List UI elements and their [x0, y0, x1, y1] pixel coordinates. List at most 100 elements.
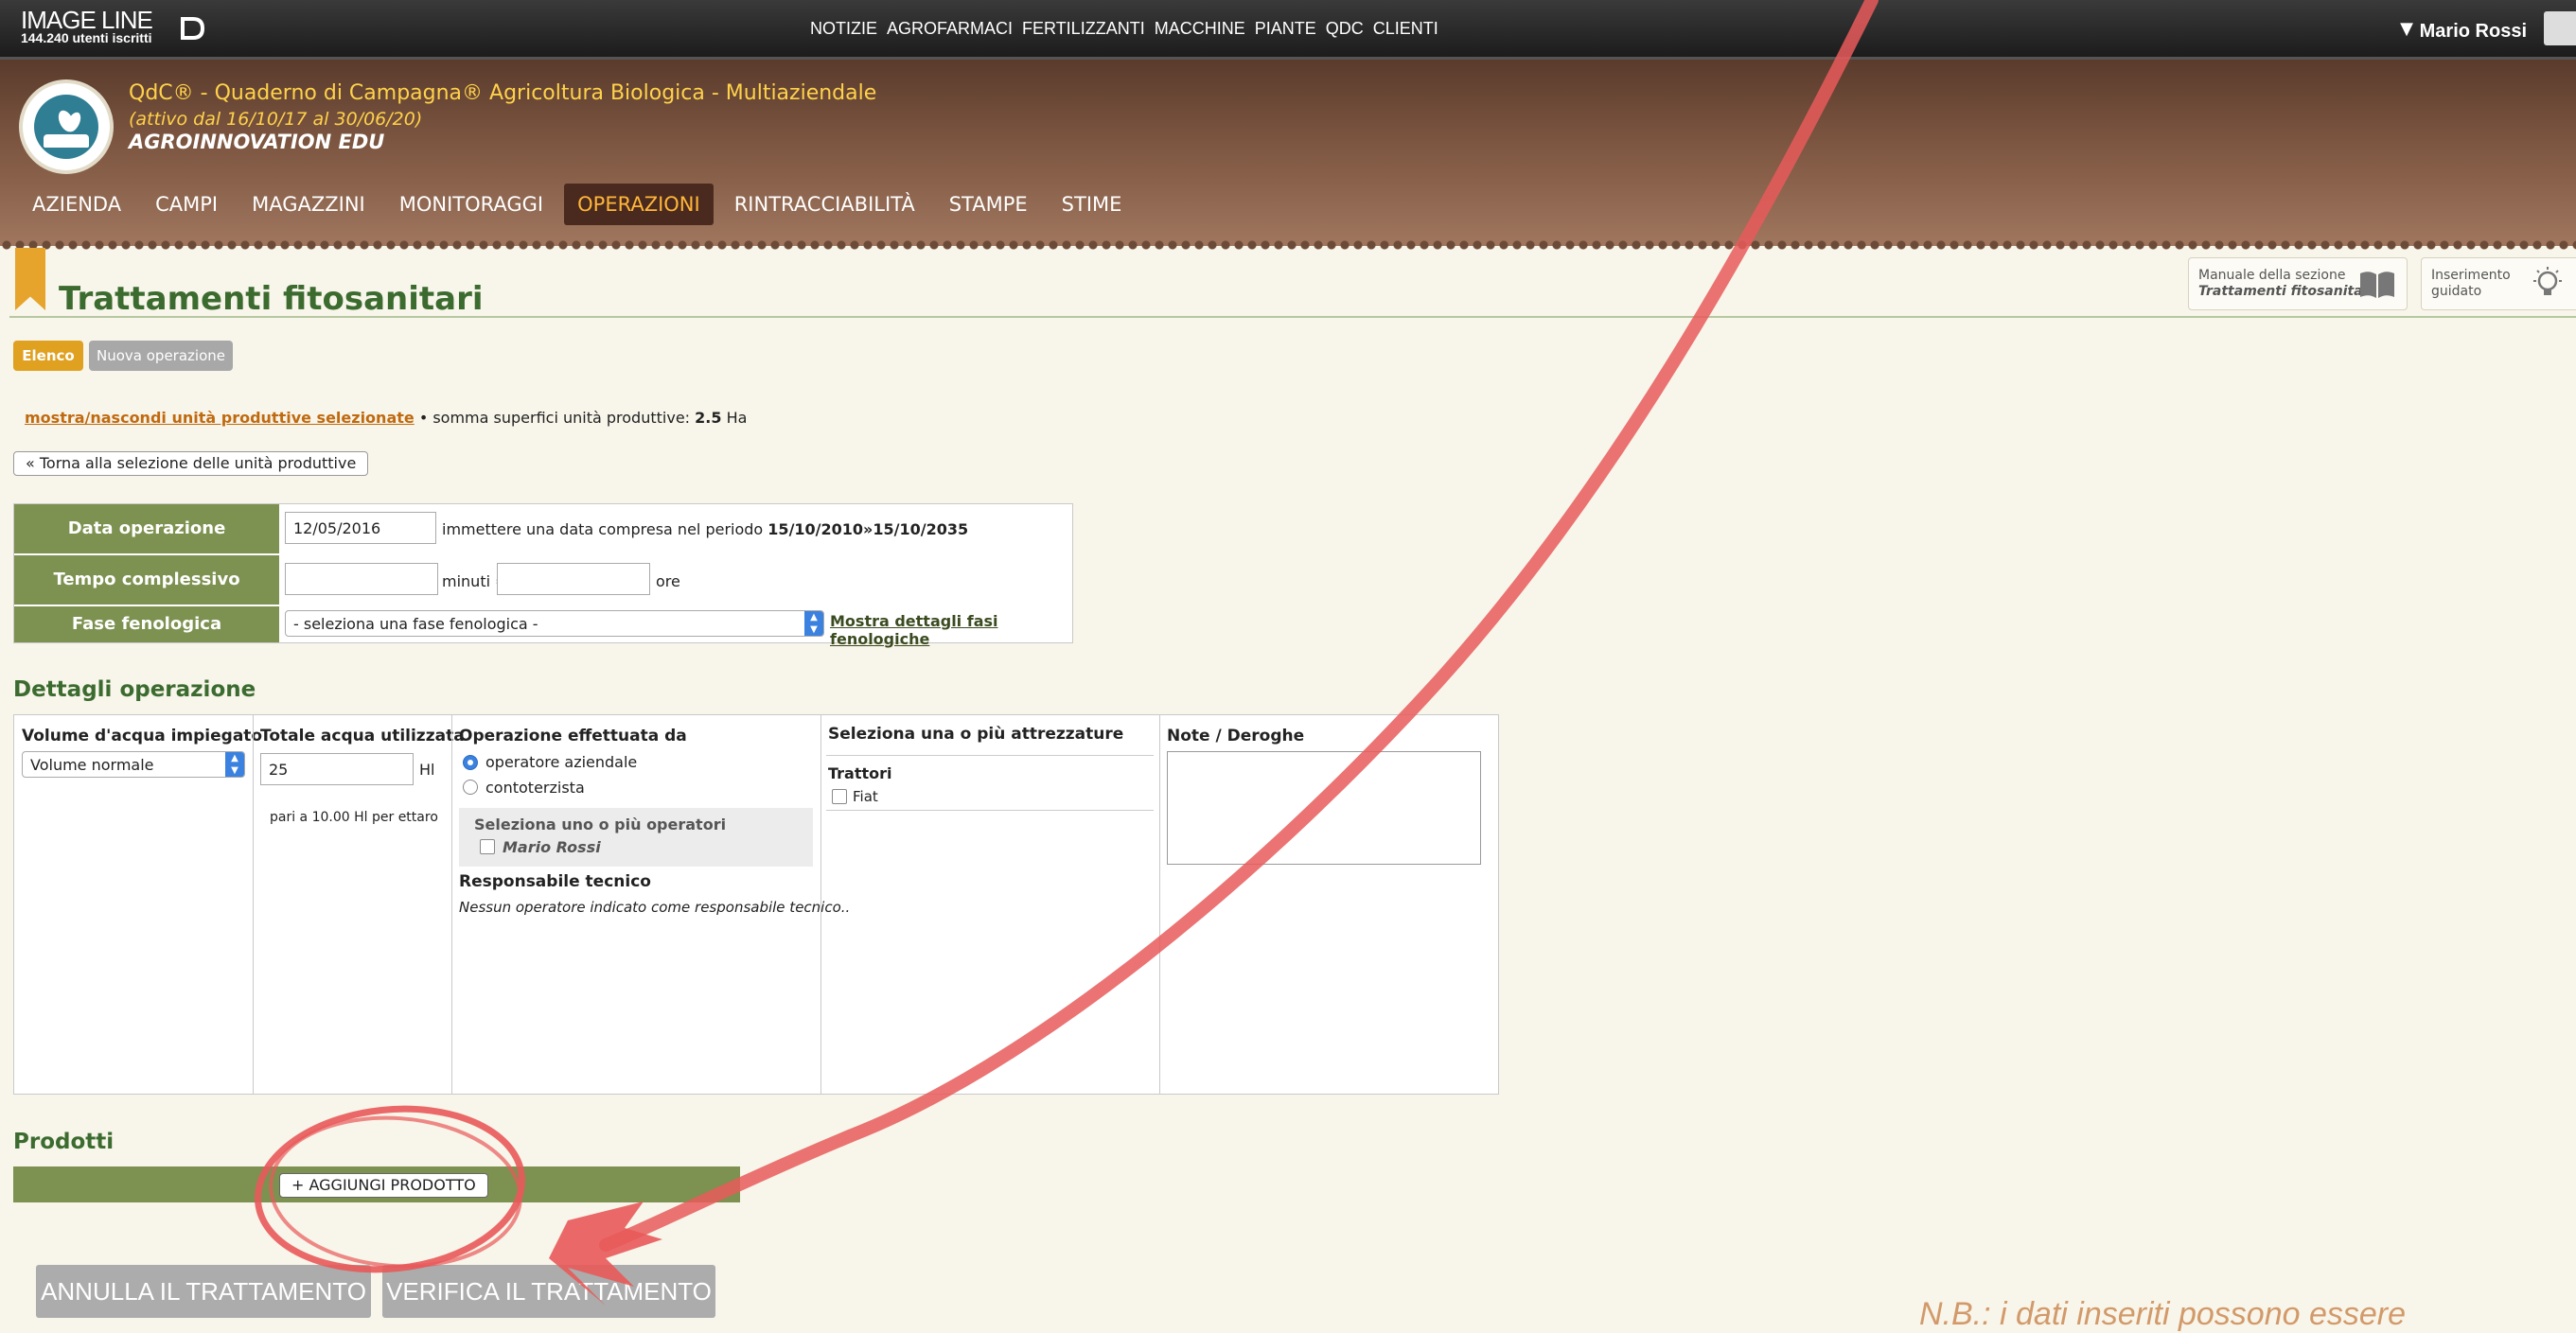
units-sum-value: 2.5 [695, 409, 722, 427]
column-divider [820, 715, 821, 1094]
nav-rintracciabilita[interactable]: RINTRACCIABILITÀ [721, 184, 928, 225]
verify-treatment-button[interactable]: VERIFICA IL TRATTAMENTO [382, 1265, 715, 1318]
total-water-unit: Hl [419, 761, 435, 779]
notes-heading: Note / Deroghe [1167, 727, 1305, 745]
phenological-phase-value: - seleziona una fase fenologica - [293, 615, 538, 633]
notes-textarea[interactable] [1167, 751, 1481, 865]
operation-by-heading: Operazione effettuata da [459, 727, 687, 745]
equipment-divider [826, 755, 1154, 756]
nav-campi[interactable]: CAMPI [142, 184, 231, 225]
technical-manager-heading: Responsabile tecnico [459, 872, 651, 891]
top-nav-agrofarmaci[interactable]: AGROFARMACI [887, 19, 1013, 39]
details-title: Dettagli operazione [13, 677, 256, 702]
title-divider [9, 316, 2576, 318]
fase-fenologica-label: Fase fenologica [14, 606, 279, 642]
phenological-details-link[interactable]: Mostra dettagli fasi fenologiche [830, 612, 1072, 648]
manual-label-1: Manuale della sezione [2198, 268, 2346, 283]
units-sum-unit: Ha [721, 409, 748, 427]
add-product-button[interactable]: + AGGIUNGI PRODOTTO [279, 1173, 488, 1198]
main-nav: AZIENDA CAMPI MAGAZZINI MONITORAGGI OPER… [19, 184, 1142, 225]
image-line-logo[interactable]: IMAGE LINE 144.240 utenti iscritti [21, 8, 153, 45]
lightbulb-icon [2533, 267, 2562, 295]
select-arrows-icon: ▲ ▼ [225, 752, 244, 777]
column-divider [1159, 715, 1160, 1094]
guided-input-button[interactable]: Inserimento guidato [2421, 257, 2576, 310]
toggle-units-link[interactable]: mostra/nascondi unità produttive selezio… [25, 409, 415, 427]
nav-stime[interactable]: STIME [1049, 184, 1136, 225]
top-nav-fertilizzanti[interactable]: FERTILIZZANTI [1022, 19, 1145, 39]
qdc-logo[interactable] [19, 79, 114, 174]
company-name: AGROINNOVATION EDU [129, 131, 385, 153]
details-table: Volume d'acqua impiegato Volume normale … [13, 714, 1499, 1095]
bookmark-icon [15, 248, 45, 310]
column-divider [451, 715, 452, 1094]
nav-stampe[interactable]: STAMPE [936, 184, 1041, 225]
hours-label: ore [656, 572, 680, 590]
manual-label-2: Trattamenti fitosanitari [2198, 284, 2374, 299]
total-water-heading: Totale acqua utilizzata [260, 727, 465, 745]
top-nav-notizie[interactable]: NOTIZIE [810, 19, 877, 39]
nav-magazzini[interactable]: MAGAZZINI [238, 184, 379, 225]
date-input[interactable]: 12/05/2016 [285, 512, 436, 544]
date-hint-text: immettere una data compresa nel periodo [442, 520, 768, 538]
total-water-input[interactable]: 25 [260, 753, 414, 785]
units-sum-label: • somma superfici unità produttive: [414, 409, 696, 427]
radio-operatore-aziendale[interactable] [463, 755, 478, 770]
cancel-treatment-button[interactable]: ANNULLA IL TRATTAMENTO [36, 1265, 371, 1318]
equipment-heading: Seleziona una o più attrezzature [828, 725, 1124, 744]
page-title: Trattamenti fitosanitari [59, 280, 484, 318]
hours-input[interactable] [497, 563, 650, 595]
guided-label-1: Inserimento [2431, 268, 2511, 283]
book-icon [2360, 272, 2394, 298]
data-operazione-label: Data operazione [14, 504, 279, 555]
top-nav-macchine[interactable]: MACCHINE [1155, 19, 1245, 39]
operator-label: Mario Rossi [503, 838, 601, 856]
top-nav-clienti[interactable]: CLIENTI [1373, 19, 1438, 39]
operators-heading: Seleziona uno o più operatori [474, 816, 727, 833]
app-period: (attivo dal 16/10/17 al 30/06/20) [129, 109, 423, 130]
new-operation-button[interactable]: Nuova operazione [89, 341, 233, 371]
tractor-checkbox[interactable] [832, 789, 847, 804]
water-volume-heading: Volume d'acqua impiegato [22, 727, 263, 745]
date-hint: immettere una data compresa nel periodo … [442, 520, 968, 538]
water-per-hectare: pari a 10.00 Hl per ettaro [270, 810, 438, 825]
technical-manager-text: Nessun operatore indicato come responsab… [459, 899, 851, 916]
operation-form: Data operazione Tempo complessivo impieg… [13, 503, 1073, 648]
minutes-input[interactable] [285, 563, 438, 595]
nav-operazioni[interactable]: OPERAZIONI [564, 184, 714, 225]
home-icon[interactable] [178, 15, 206, 42]
qdc-logo-icon [34, 95, 98, 159]
tractors-heading: Trattori [828, 764, 892, 782]
avatar[interactable] [2544, 11, 2576, 45]
tempo-label: Tempo complessivo impiegato [14, 555, 279, 639]
top-nav-piante[interactable]: PIANTE [1255, 19, 1316, 39]
date-range: 15/10/2010»15/10/2035 [768, 520, 969, 538]
top-nav: NOTIZIE AGROFARMACI FERTILIZZANTI MACCHI… [810, 19, 1438, 39]
operator-checkbox[interactable] [480, 839, 495, 854]
section-manual-button[interactable]: Manuale della sezione Trattamenti fitosa… [2188, 257, 2408, 310]
tractor-label: Fiat [853, 788, 878, 805]
brand-subscribers: 144.240 utenti iscritti [21, 30, 152, 45]
back-to-units-button[interactable]: « Torna alla selezione delle unità produ… [13, 451, 369, 476]
productive-units-summary: mostra/nascondi unità produttive selezio… [25, 409, 747, 427]
products-title: Prodotti [13, 1130, 115, 1154]
header-dotted-border [0, 238, 2576, 252]
radio-contoterzista-label: contoterzista [485, 779, 585, 797]
radio-contoterzista[interactable] [463, 780, 478, 795]
water-volume-select[interactable]: Volume normale ▲ ▼ [22, 751, 245, 778]
top-bar: IMAGE LINE 144.240 utenti iscritti NOTIZ… [0, 0, 2576, 60]
water-volume-value: Volume normale [30, 756, 154, 774]
radio-operatore-aziendale-label: operatore aziendale [485, 753, 638, 771]
select-arrows-icon: ▲ ▼ [804, 611, 823, 636]
user-name[interactable]: Mario Rossi [2420, 21, 2527, 43]
nav-monitoraggi[interactable]: MONITORAGGI [386, 184, 556, 225]
phenological-phase-select[interactable]: - seleziona una fase fenologica - ▲ ▼ [285, 610, 824, 637]
user-menu-caret-icon[interactable]: ▼ [2400, 19, 2413, 39]
guided-label-2: guidato [2431, 284, 2482, 299]
nav-azienda[interactable]: AZIENDA [19, 184, 134, 225]
top-nav-qdc[interactable]: QDC [1326, 19, 1364, 39]
app-title: QdC® - Quaderno di Campagna® Agricoltura… [129, 81, 877, 105]
elenco-button[interactable]: Elenco [13, 341, 83, 371]
column-divider [253, 715, 254, 1094]
footnote: N.B.: i dati inseriti possono essere [1919, 1296, 2407, 1332]
